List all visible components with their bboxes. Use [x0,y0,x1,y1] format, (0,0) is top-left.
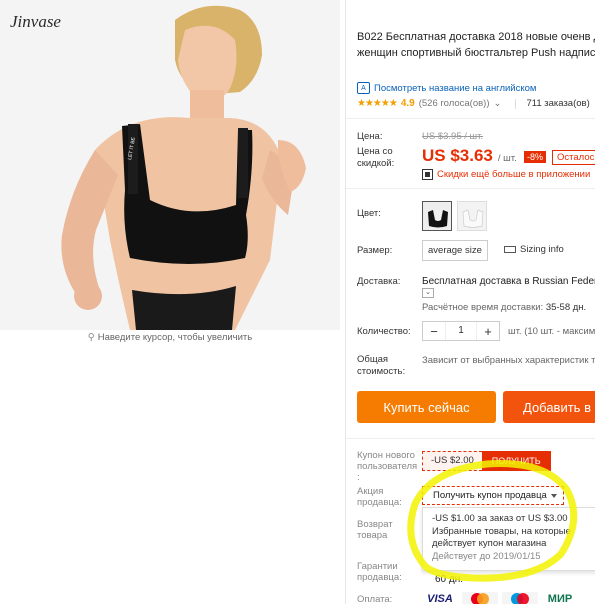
payment-label: Оплата: [357,594,393,604]
model-photo: LET IT BE [0,0,340,330]
shipping-estimate-value: 35-58 дн. [545,302,587,313]
divider [346,118,595,119]
new-user-coupon-label: Купон нового пользователя : [357,450,418,483]
coupon-scope: Избранные товары, на которые действует к… [432,525,571,550]
total-label: Общая стоимость: [357,354,406,377]
mir-icon: МИР [547,593,573,604]
votes-count[interactable]: (526 голоса(ов)) [419,98,490,109]
product-info-panel: B022 Бесплатная доставка 2018 новые очен… [345,0,595,604]
translate-title-text: Посмотреть название на английском [374,82,537,94]
seller-coupon-dropdown[interactable]: -US $1.00 за заказ от US $3.00 Избранные… [422,507,595,571]
color-label: Цвет: [357,208,381,219]
coupon-amount: -US $2.00 [422,451,482,471]
sizing-info-link[interactable]: Sizing info [504,244,564,255]
payment-methods: VISA МИР [422,592,578,604]
translate-icon: A [357,82,370,94]
product-title: B022 Бесплатная доставка 2018 новые очен… [357,31,595,59]
seller-promo-label: Акция продавца: [357,486,402,508]
buy-now-button[interactable]: Купить сейчас [357,391,496,423]
size-option-average[interactable]: average size [422,240,488,261]
app-discount-text: Скидки ещё больше в приложении [437,169,591,180]
chevron-down-icon[interactable]: ⌄ [494,98,502,109]
price-label: Цена: [357,131,383,142]
seller-coupon-select[interactable]: Получить купон продавца [422,486,564,505]
quantity-increase-button[interactable]: + [477,324,499,339]
divider [515,98,517,109]
quantity-limit-note: шт. (10 шт. - максимум) [508,326,595,337]
quantity-input[interactable]: 1 [445,322,477,340]
quantity-label: Количество: [357,326,411,337]
product-main-image[interactable]: LET IT BE Jinvase [0,0,340,330]
coupon-validity: Действует до 2019/01/15 [432,550,541,562]
guarantee-value: 60 дн. [435,574,464,585]
add-to-cart-button[interactable]: Добавить в корзину [503,391,595,423]
guarantee-label: Гарантии продавца: [357,561,402,583]
caret-down-icon [551,494,557,498]
current-price: US $3.63 / шт. [422,146,517,166]
size-label: Размер: [357,245,393,256]
new-user-coupon: -US $2.00 ПОЛУЧИТЬ [422,451,551,471]
ruler-icon [504,246,516,253]
chevron-down-icon[interactable]: ⌄ [422,288,434,298]
magnifier-icon: ⚲ [87,332,95,343]
shipping-estimate: Расчётное время доставки: 35-58 дн. [422,302,586,313]
brand-watermark: Jinvase [10,12,61,31]
mastercard-icon [462,592,498,604]
rating-value: 4.9 [400,98,415,109]
zoom-hint-text: Наведите курсор, чтобы увеличить [97,332,253,343]
return-label: Возврат товара [357,519,393,541]
quantity-stepper: − 1 + [422,321,500,341]
get-coupon-button[interactable]: ПОЛУЧИТЬ [481,451,551,471]
app-discount-link[interactable]: Скидки ещё больше в приложении [422,169,590,180]
quantity-decrease-button[interactable]: − [423,324,445,339]
shipping-label: Доставка: [357,276,401,287]
discount-price-label: Цена со скидкой: [357,146,395,169]
translate-title-link[interactable]: A Посмотреть название на английском [357,82,536,94]
visa-icon: VISA [427,593,453,604]
original-price: US $3.95 / шт. [422,131,484,142]
sizing-info-text: Sizing info [520,244,564,255]
qr-code-icon [422,169,433,180]
total-note: Зависит от выбранных характеристик т [422,355,595,366]
discount-badge: -8% [524,151,547,163]
seller-coupon-select-text: Получить купон продавца [433,490,547,501]
zoom-hint: ⚲ Наведите курсор, чтобы увеличить [0,332,340,343]
orders-count: 711 заказа(ов) [526,98,590,109]
color-swatch-white[interactable] [457,201,487,231]
divider [346,438,595,439]
maestro-icon [502,592,538,604]
price-unit: / шт. [497,153,517,164]
shipping-estimate-label: Расчётное время доставки: [422,302,544,313]
coupon-condition: -US $1.00 за заказ от US $3.00 [432,513,568,524]
shipping-method: Бесплатная доставка в Russian Federation [422,276,595,287]
time-remaining-badge: Осталось [552,150,595,165]
price-amount: US $3.63 [422,146,493,165]
color-swatch-black[interactable] [422,201,452,231]
star-rating-icon: ★★★★★ [357,98,398,109]
divider [346,188,595,189]
rating-row: ★★★★★ 4.9 (526 голоса(ов)) ⌄ 711 заказа(… [357,98,590,109]
